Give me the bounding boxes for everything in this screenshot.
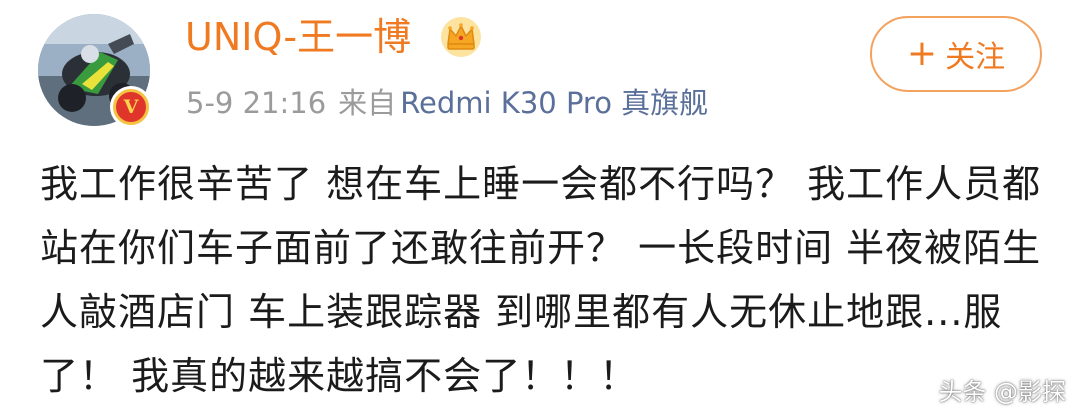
follow-label: 关注 [945, 40, 1006, 75]
plus-icon: + [906, 33, 938, 74]
source-prefix: 来自 [338, 86, 397, 120]
post-meta: 5-9 21:16 来自 Redmi K30 Pro 真旗舰 [186, 84, 708, 122]
device-link[interactable]: Redmi K30 Pro 真旗舰 [400, 86, 708, 120]
verified-badge: V [110, 86, 152, 128]
crown-icon [441, 17, 481, 57]
watermark: 头条 @影探 [938, 378, 1066, 406]
author-name[interactable]: UNIQ-王一博 [185, 12, 411, 62]
follow-button[interactable]: + 关注 [870, 16, 1042, 92]
post-time: 5-9 21:16 [186, 86, 327, 120]
post-text: 我工作很辛苦了 想在车上睡一会都不行吗？ 我工作人员都站在你们车子面前了还敢往前… [40, 162, 1042, 398]
verified-v-icon: V [116, 92, 146, 122]
